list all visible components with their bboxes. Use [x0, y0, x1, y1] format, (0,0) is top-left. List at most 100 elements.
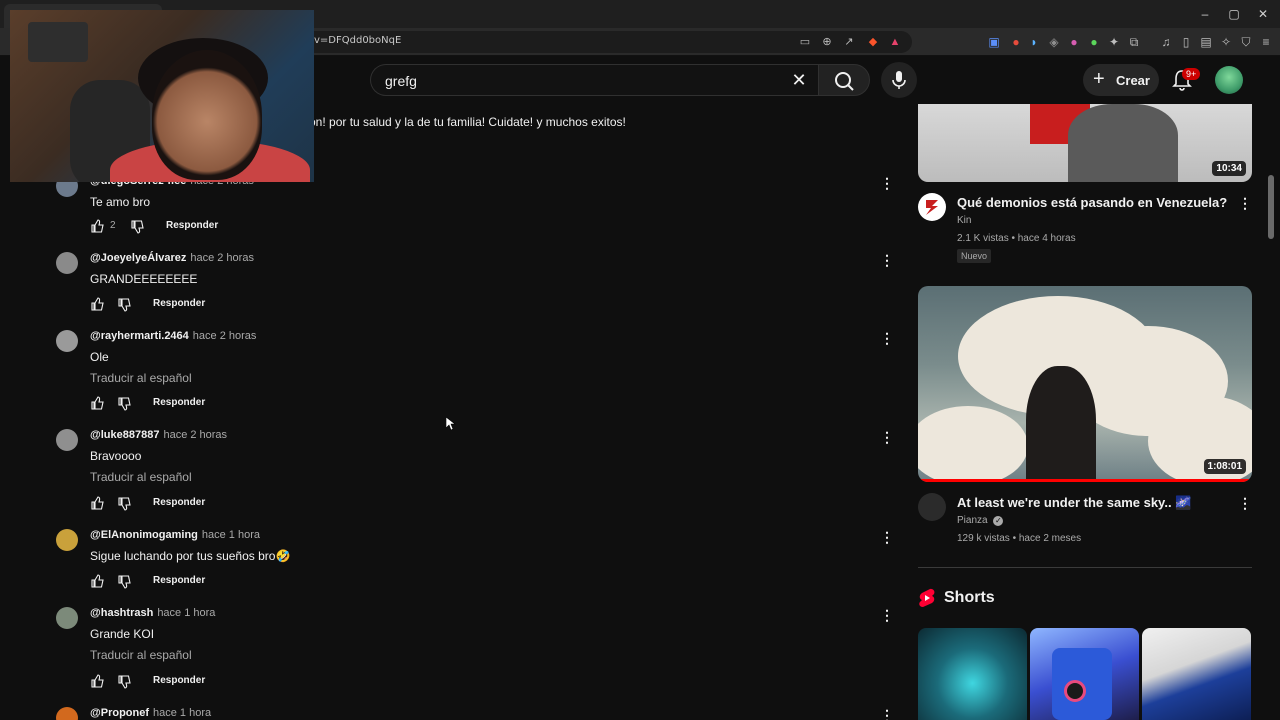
account-avatar[interactable] [1215, 66, 1243, 94]
channel-name[interactable]: Kin [957, 215, 971, 226]
comment-more-icon[interactable]: ⋮ [879, 429, 895, 445]
video-title[interactable]: At least we're under the same sky.. 🌌 [957, 495, 1191, 511]
address-bar[interactable]: v=DFQdd0boNqE ▭ ⊕ ↗ ◆ ▲ [300, 31, 912, 53]
like-icon[interactable] [90, 297, 104, 311]
commenter-avatar[interactable] [56, 330, 78, 352]
comment-author[interactable]: @hashtrash [90, 607, 153, 619]
cast-icon[interactable]: ▭ [798, 35, 812, 49]
dislike-icon[interactable] [117, 575, 131, 589]
extension-icon-2[interactable]: ◈ [1046, 34, 1062, 50]
short-thumbnail[interactable] [1030, 628, 1139, 720]
video-thumbnail[interactable]: 1:08:01 [918, 286, 1252, 482]
comment-header: @JoeyelyeÁlvarez hace 2 horas [90, 252, 254, 264]
sidebar-scrollbar[interactable] [1268, 175, 1274, 239]
puzzle-icon[interactable]: ✦ [1106, 34, 1122, 50]
commenter-avatar[interactable] [56, 529, 78, 551]
create-button[interactable]: + Crear [1083, 64, 1159, 96]
comment-text: Bravoooo [90, 449, 142, 463]
dislike-icon[interactable] [117, 497, 131, 511]
comment-time[interactable]: hace 1 hora [157, 607, 215, 619]
reply-button[interactable]: Responder [153, 298, 205, 309]
like-icon[interactable] [90, 496, 104, 510]
minimize-button[interactable]: – [1190, 4, 1220, 24]
video-meta: 2.1 K vistas • hace 4 horas [957, 233, 1076, 244]
comment-time[interactable]: hace 1 hora [153, 707, 211, 719]
reply-button[interactable]: Responder [153, 497, 205, 508]
menu-icon[interactable]: ≡ [1258, 34, 1274, 50]
webcam-background-object [28, 22, 88, 62]
dislike-icon[interactable] [117, 675, 131, 689]
comment-header: @rayhermarti.2464 hace 2 horas [90, 330, 256, 342]
comment-more-icon[interactable]: ⋮ [879, 529, 895, 545]
create-label: Crear [1116, 73, 1150, 88]
video-title[interactable]: Qué demonios está pasando en Venezuela? [957, 195, 1227, 210]
comment-header: @ElAnonimogaming hace 1 hora [90, 529, 260, 541]
comment-more-icon[interactable]: ⋮ [879, 175, 895, 191]
share-icon[interactable]: ↗ [842, 35, 856, 49]
notification-count-badge: 9+ [1182, 68, 1201, 80]
dislike-icon[interactable] [117, 298, 131, 312]
comment-time[interactable]: hace 1 hora [202, 529, 260, 541]
clear-search-icon[interactable]: ✕ [788, 69, 810, 91]
extension-icon-4[interactable]: ● [1086, 34, 1102, 50]
audio-extension-icon[interactable]: ◗ [1026, 34, 1042, 50]
vpn-icon[interactable]: ⛉ [1238, 34, 1254, 50]
comment-more-icon[interactable]: ⋮ [879, 252, 895, 268]
zoom-icon[interactable]: ⊕ [820, 35, 834, 49]
commenter-avatar[interactable] [56, 429, 78, 451]
comment-time[interactable]: hace 2 horas [193, 330, 257, 342]
search-icon [835, 72, 854, 91]
comment-author[interactable]: @rayhermarti.2464 [90, 330, 189, 342]
translate-link[interactable]: Traducir al español [90, 470, 192, 484]
screenshot-icon[interactable]: ⧉ [1126, 34, 1142, 50]
dislike-icon[interactable] [130, 220, 144, 234]
thumbnail-cloud [918, 406, 1028, 482]
extension-icon-3[interactable]: ● [1066, 34, 1082, 50]
search-input[interactable]: grefg ✕ [370, 64, 818, 96]
comment-author[interactable]: @Proponef [90, 707, 149, 719]
reply-button[interactable]: Responder [153, 397, 205, 408]
channel-avatar[interactable] [918, 493, 946, 521]
like-icon[interactable] [90, 574, 104, 588]
close-window-button[interactable]: ✕ [1248, 4, 1278, 24]
music-icon[interactable]: ♫ [1158, 34, 1174, 50]
maximize-button[interactable]: ▢ [1219, 4, 1249, 24]
watch-progress-bar [918, 479, 1252, 482]
comment-author[interactable]: @luke887887 [90, 429, 159, 441]
commenter-avatar[interactable] [56, 607, 78, 629]
reply-button[interactable]: Responder [153, 675, 205, 686]
short-thumbnail[interactable] [1142, 628, 1251, 720]
channel-name[interactable]: Pianza ✓ [957, 515, 1004, 526]
comment-more-icon[interactable]: ⋮ [879, 607, 895, 623]
wallet-icon[interactable]: ▤ [1198, 34, 1214, 50]
commenter-avatar[interactable] [56, 707, 78, 720]
like-icon[interactable] [90, 674, 104, 688]
translate-link[interactable]: Traducir al español [90, 371, 192, 385]
like-icon[interactable] [90, 219, 104, 233]
sidebar-icon[interactable]: ▯ [1178, 34, 1194, 50]
brave-shield-icon[interactable]: ◆ [866, 35, 880, 49]
commenter-avatar[interactable] [56, 252, 78, 274]
channel-avatar[interactable] [918, 193, 946, 221]
reply-button[interactable]: Responder [166, 220, 218, 231]
video-more-icon[interactable]: ⋮ [1237, 195, 1253, 211]
dislike-icon[interactable] [117, 397, 131, 411]
search-button[interactable] [818, 64, 870, 96]
short-thumbnail[interactable] [918, 628, 1027, 720]
comment-author[interactable]: @JoeyelyeÁlvarez [90, 252, 186, 264]
comment-more-icon[interactable]: ⋮ [879, 707, 895, 720]
comment-time[interactable]: hace 2 horas [190, 252, 254, 264]
comment-time[interactable]: hace 2 horas [163, 429, 227, 441]
comment-more-icon[interactable]: ⋮ [879, 330, 895, 346]
translate-link[interactable]: Traducir al español [90, 648, 192, 662]
translate-extension-icon[interactable]: ▣ [986, 34, 1002, 50]
extension-icon[interactable]: ● [1008, 34, 1024, 50]
leo-icon[interactable]: ✧ [1218, 34, 1234, 50]
comment-author[interactable]: @ElAnonimogaming [90, 529, 198, 541]
rewards-icon[interactable]: ▲ [888, 35, 902, 49]
video-more-icon[interactable]: ⋮ [1237, 495, 1253, 511]
video-thumbnail[interactable]: 10:34 [918, 104, 1252, 182]
voice-search-button[interactable] [881, 62, 917, 98]
reply-button[interactable]: Responder [153, 575, 205, 586]
like-icon[interactable] [90, 396, 104, 410]
